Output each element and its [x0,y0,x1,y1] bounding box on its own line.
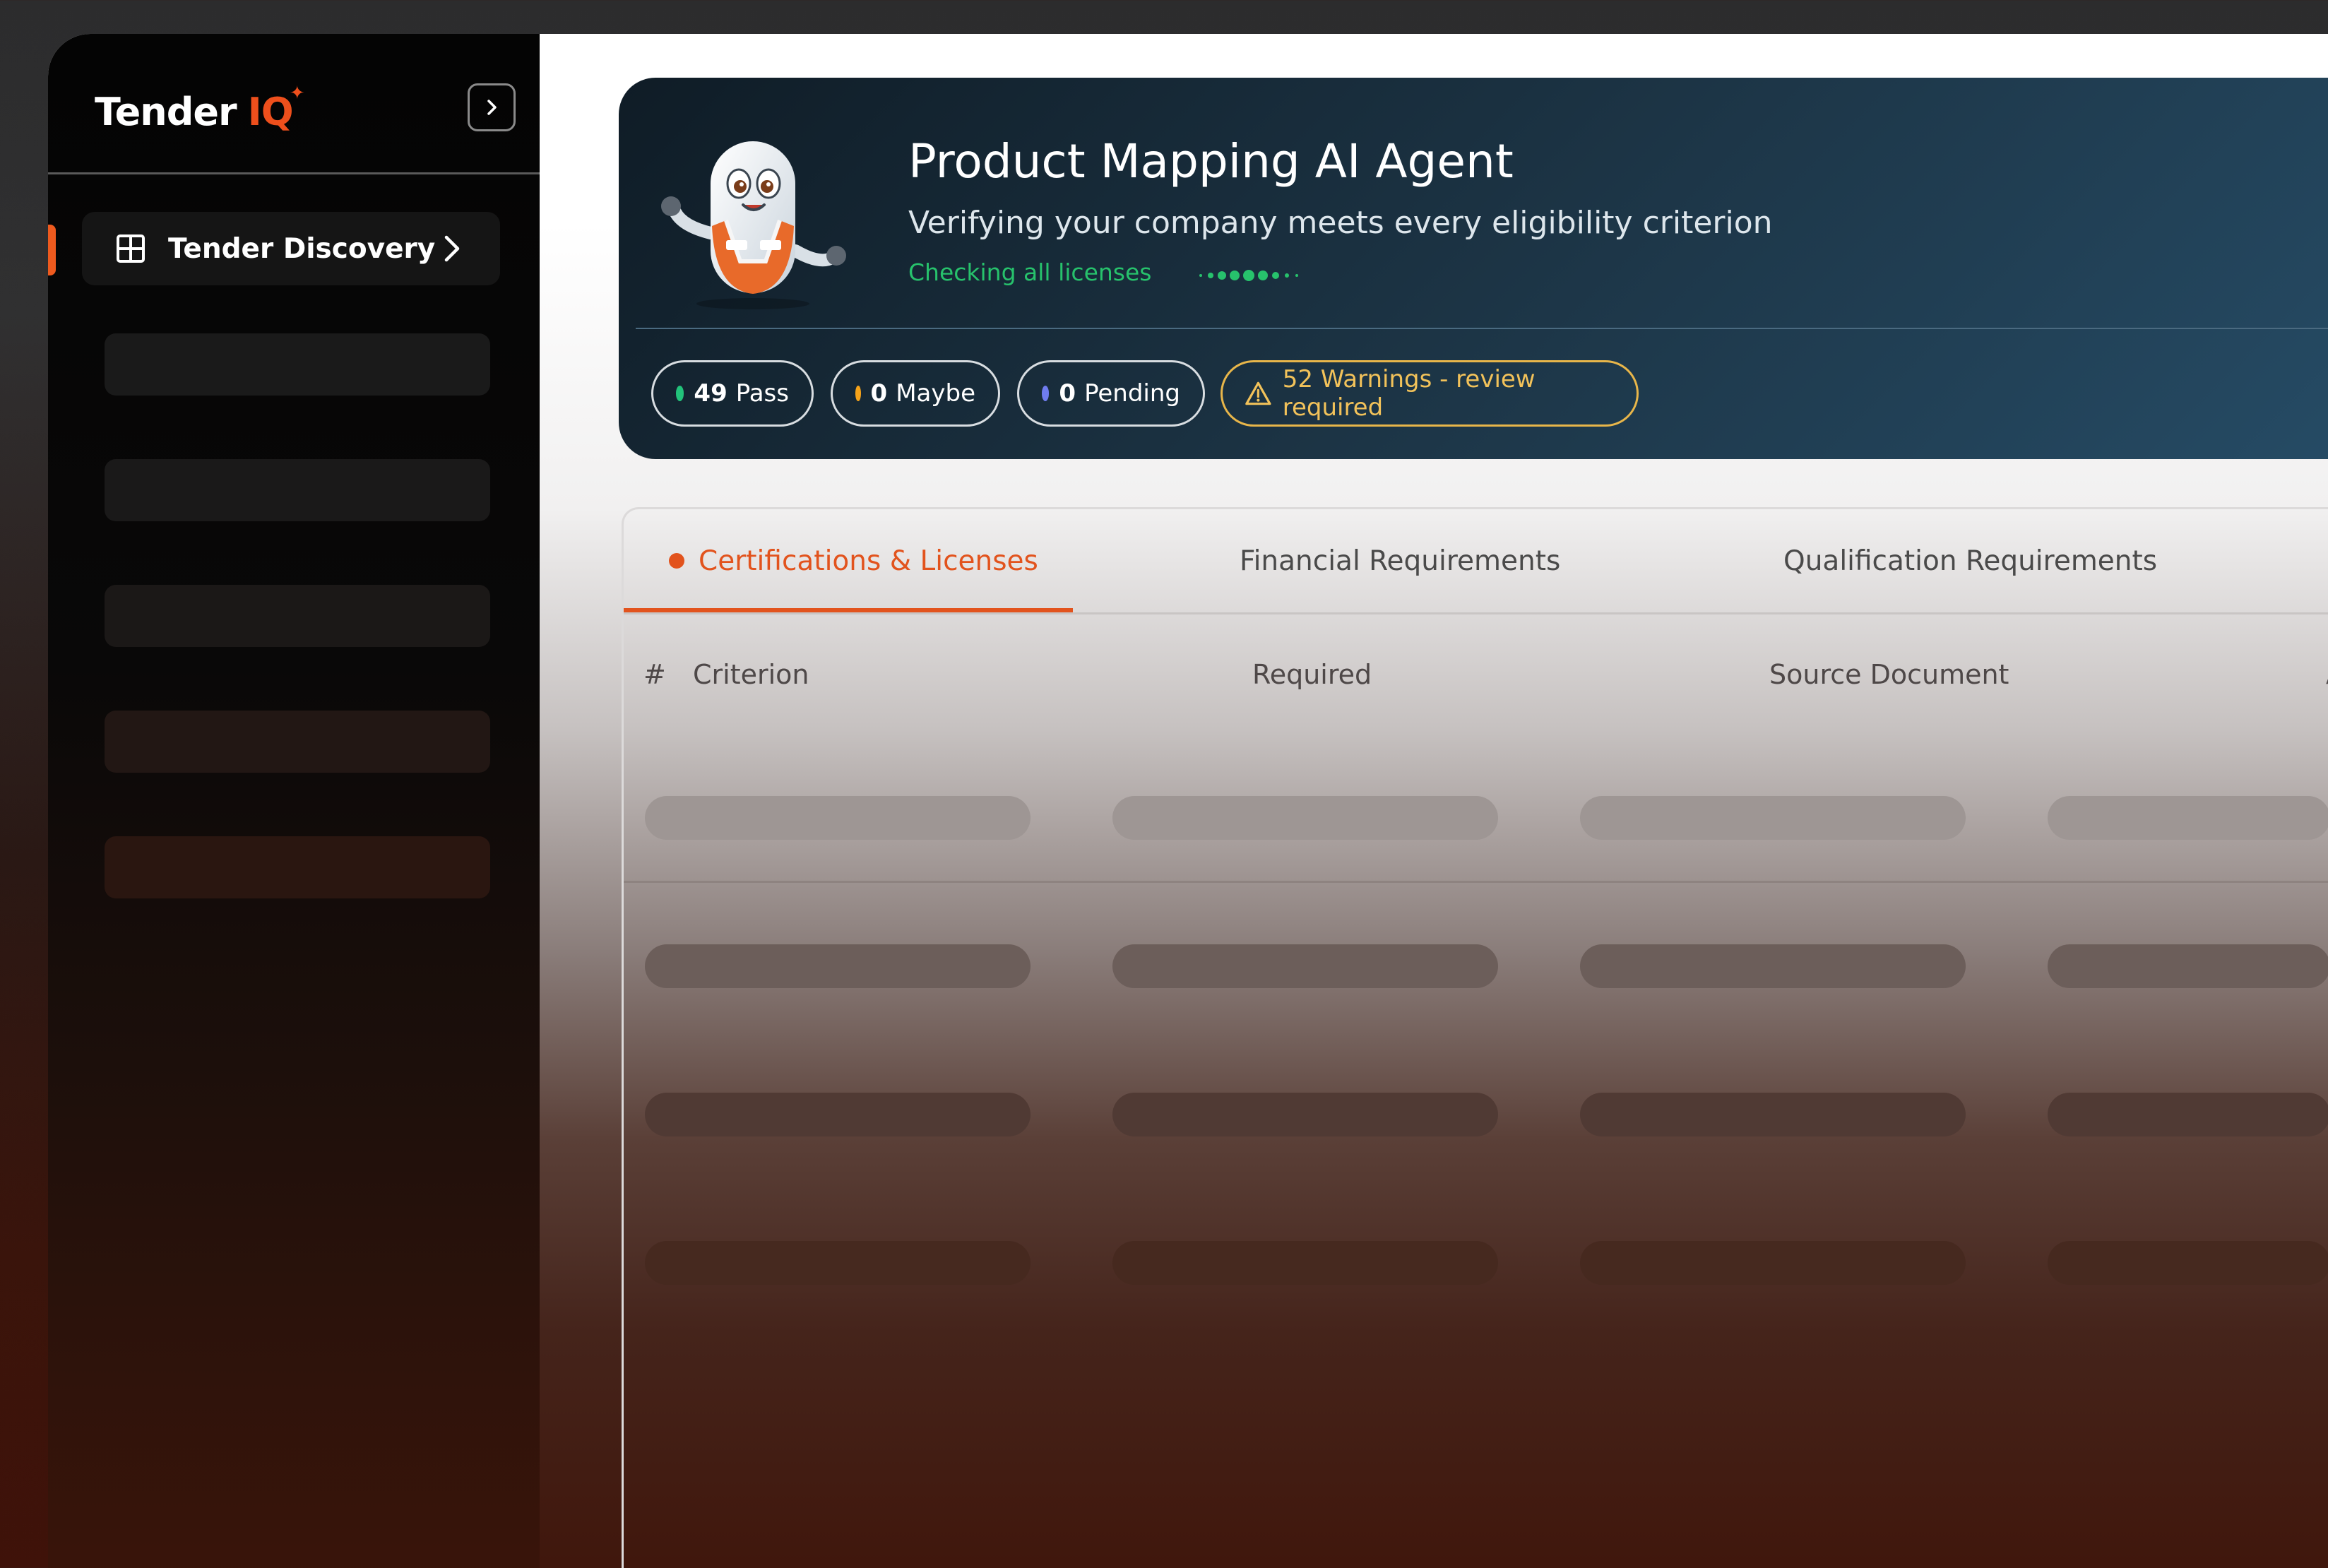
sidebar: Tender IQ ✦ Tender Discovery [48,34,540,1568]
banner-divider [636,328,2328,329]
warnings-text: 52 Warnings - review required [1282,365,1536,422]
tab-qualification-requirements[interactable]: Qualification Requirements [1783,509,2157,612]
column-header-required: Required [1252,659,1372,690]
loading-dots-icon [1199,270,1298,281]
skeleton-cell [1112,944,1498,988]
pending-count-badge[interactable]: 0 Pending [1017,360,1205,427]
skeleton-cell [1580,1241,1966,1285]
tab-label: Qualification Requirements [1783,545,2158,577]
sparkle-icon: ✦ [289,82,305,104]
sidebar-divider [48,172,540,174]
skeleton-cell [1112,1241,1498,1285]
tabs-divider [624,612,2328,614]
pass-label: Pass [735,379,789,408]
pending-dot-icon [1042,386,1050,401]
sidebar-toggle-button[interactable] [468,83,516,131]
chevron-right-icon [487,100,497,115]
column-header-criterion: Criterion [693,659,809,690]
skeleton-cell [2048,796,2328,840]
skeleton-cell [1580,944,1966,988]
maybe-count-badge[interactable]: 0 Maybe [831,360,1000,427]
criteria-panel: Certifications & Licenses Financial Requ… [622,507,2328,1568]
pending-label: Pending [1084,379,1180,408]
robot-mascot-icon [661,141,846,309]
maybe-label: Maybe [896,379,975,408]
agent-subtitle: Verifying your company meets every eligi… [908,205,1773,241]
tab-label: Financial Requirements [1240,545,1561,577]
chevron-right-icon [444,235,460,262]
skeleton-cell [1580,796,1966,840]
skeleton-cell [2048,1093,2328,1136]
skeleton-cell [645,1093,1031,1136]
column-header-number: # [643,659,666,690]
tab-financial-requirements[interactable]: Financial Requirements [1240,509,1560,612]
sidebar-placeholder [105,459,490,521]
sidebar-placeholder [105,711,490,773]
sidebar-placeholder [105,585,490,647]
grid-icon [117,234,145,263]
skeleton-cell [645,1241,1031,1285]
skeleton-cell [1580,1093,1966,1136]
tab-certifications-licenses[interactable]: Certifications & Licenses [669,509,1038,612]
pending-count: 0 [1059,379,1076,408]
brand-accent: IQ ✦ [247,82,305,134]
skeleton-cell [1112,1093,1498,1136]
app-window: Tender IQ ✦ Tender Discovery Product Map… [48,34,2328,1568]
sidebar-placeholder [105,333,490,396]
active-tab-dot-icon [669,553,684,569]
brand-logo[interactable]: Tender IQ ✦ [95,82,305,140]
maybe-count: 0 [870,379,888,408]
sidebar-item-label: Tender Discovery [168,232,436,265]
brand-name: Tender [95,89,237,134]
warnings-badge[interactable]: 52 Warnings - review required [1221,360,1639,427]
skeleton-cell [645,796,1031,840]
row-divider [624,881,2328,883]
pass-count-badge[interactable]: 49 Pass [651,360,814,427]
agent-banner: Product Mapping AI Agent Verifying your … [619,78,2328,459]
skeleton-cell [2048,1241,2328,1285]
main-content: Product Mapping AI Agent Verifying your … [540,34,2328,1568]
sidebar-item-tender-discovery[interactable]: Tender Discovery [82,212,500,285]
pass-count: 49 [694,379,728,408]
pass-dot-icon [676,386,684,401]
agent-status: Checking all licenses [908,259,1152,286]
warning-triangle-icon [1245,381,1271,405]
active-tab-underline [624,608,1073,612]
active-nav-indicator [48,225,56,275]
tab-label: Certifications & Licenses [699,545,1038,577]
skeleton-cell [1112,796,1498,840]
skeleton-cell [645,944,1031,988]
column-header-source-document: Source Document [1769,659,2009,690]
maybe-dot-icon [855,386,861,401]
sidebar-placeholder [105,836,490,898]
skeleton-cell [2048,944,2328,988]
agent-title: Product Mapping AI Agent [908,134,1514,189]
